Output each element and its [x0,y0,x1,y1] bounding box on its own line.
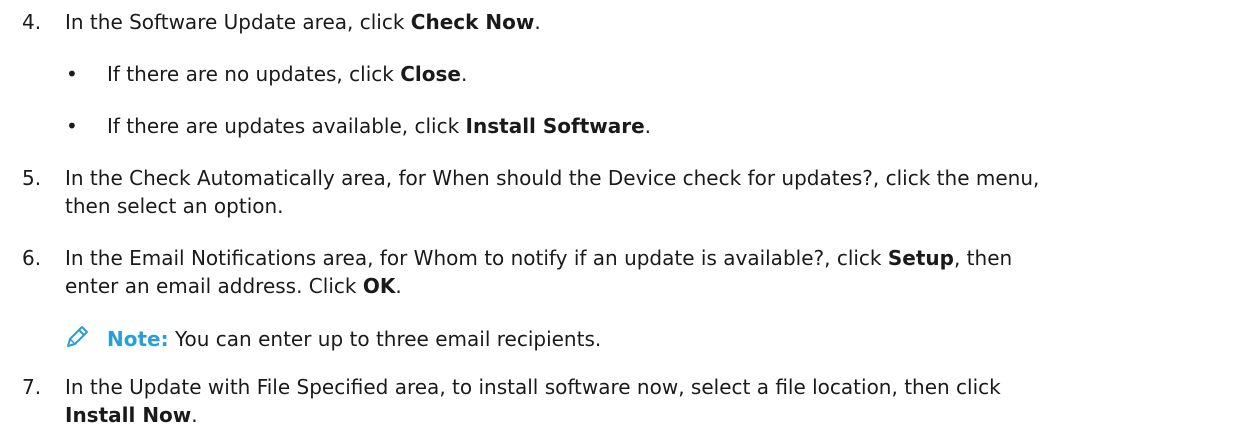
step-text-part: . [395,274,402,298]
note-body: You can enter up to three email recipien… [168,327,602,351]
step-text: In the Update with File Specified area, … [65,373,1235,429]
step-text-line: then select an option. [65,194,284,218]
step-text: In the Email Notifications area, for Who… [65,244,1235,300]
step-number: 5. [22,166,42,190]
bullet-text: If there are no updates, click Close. [107,60,1235,88]
pencil-icon [67,326,88,347]
step-text-part: In the Software Update area, click [65,10,411,34]
step-number: 7. [22,375,42,399]
ui-term-setup: Setup [887,246,954,270]
ui-term-install-now: Install Now [65,403,192,427]
step-number: 6. [22,246,42,270]
step-text-line: In the Update with File Specified area, … [65,375,1001,399]
ui-term-ok: OK [362,274,396,298]
bullet-text-part: . [644,114,652,138]
step-text-line: In the Check Automatically area, for Whe… [65,166,1040,190]
bullet-dot: • [66,114,78,138]
bullet-text-part: If there are updates available, click [107,114,466,138]
bullet-text: If there are updates available, click In… [107,112,1235,140]
note-text: Note: You can enter up to three email re… [107,325,1235,353]
ui-term-check-now: Check Now [410,10,535,34]
step-number: 4. [22,10,42,34]
bullet-text-part: If there are no updates, click [107,62,401,86]
step-text-part: , then [953,246,1013,270]
step-text-part: . [191,403,198,427]
step-text-part: In the Email Notifications area, for Who… [65,246,888,270]
step-text: In the Software Update area, click Check… [65,8,1235,36]
bullet-dot: • [66,62,78,86]
bullet-text-part: . [460,62,468,86]
note-label: Note: [107,327,169,351]
step-text: In the Check Automatically area, for Whe… [65,164,1235,220]
step-text-part: enter an email address. Click [65,274,363,298]
ui-term-install-software: Install Software [465,114,645,138]
ui-term-close: Close [400,62,461,86]
step-text-part: . [534,10,541,34]
